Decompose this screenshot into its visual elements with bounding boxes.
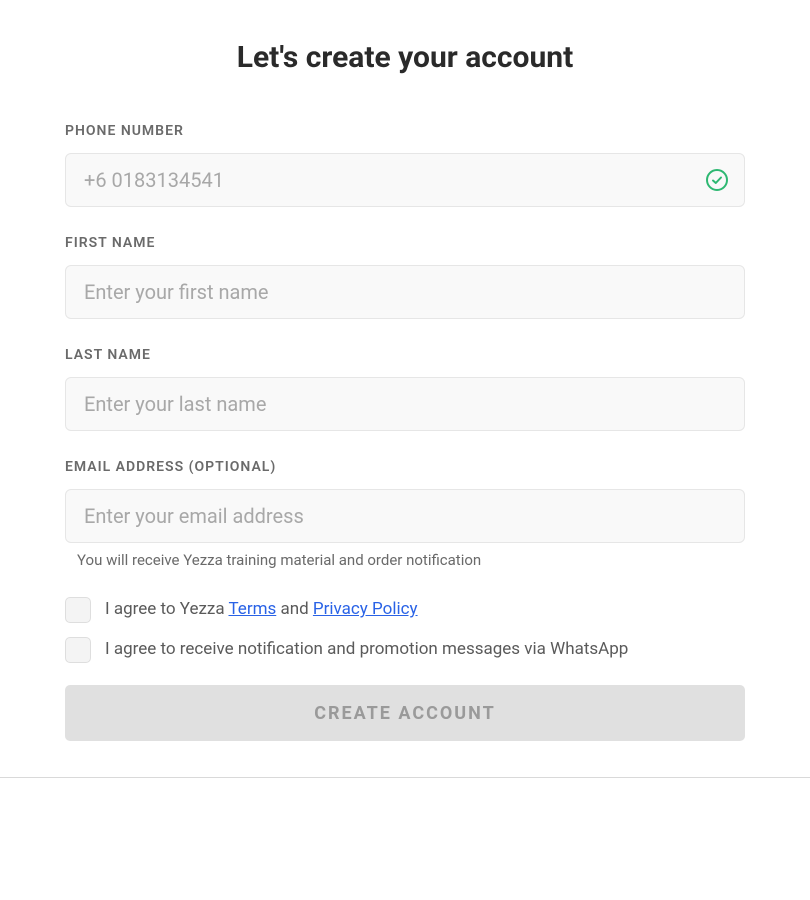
phone-number-group: PHONE NUMBER — [65, 123, 745, 207]
whatsapp-checkbox[interactable] — [65, 637, 91, 663]
page-divider — [0, 777, 810, 778]
consent-group: I agree to Yezza Terms and Privacy Polic… — [65, 597, 745, 663]
terms-checkbox[interactable] — [65, 597, 91, 623]
first-name-label: FIRST NAME — [65, 235, 745, 251]
last-name-group: LAST NAME — [65, 347, 745, 431]
terms-consent-row: I agree to Yezza Terms and Privacy Polic… — [65, 597, 745, 623]
email-group: EMAIL ADDRESS (OPTIONAL) You will receiv… — [65, 459, 745, 569]
email-label: EMAIL ADDRESS (OPTIONAL) — [65, 459, 745, 475]
email-input[interactable] — [65, 489, 745, 543]
page-title: Let's create your account — [65, 40, 745, 75]
last-name-input[interactable] — [65, 377, 745, 431]
email-help-text: You will receive Yezza training material… — [65, 551, 745, 569]
whatsapp-consent-label: I agree to receive notification and prom… — [105, 638, 628, 662]
check-circle-icon — [705, 168, 729, 192]
terms-link[interactable]: Terms — [228, 599, 276, 619]
terms-prefix-text: I agree to Yezza — [105, 599, 228, 619]
terms-consent-label: I agree to Yezza Terms and Privacy Polic… — [105, 598, 418, 622]
first-name-input[interactable] — [65, 265, 745, 319]
privacy-policy-link[interactable]: Privacy Policy — [313, 599, 418, 619]
phone-number-label: PHONE NUMBER — [65, 123, 745, 139]
last-name-label: LAST NAME — [65, 347, 745, 363]
create-account-button[interactable]: CREATE ACCOUNT — [65, 685, 745, 741]
terms-mid-text: and — [276, 599, 313, 619]
first-name-group: FIRST NAME — [65, 235, 745, 319]
phone-input-wrap — [65, 153, 745, 207]
whatsapp-consent-row: I agree to receive notification and prom… — [65, 637, 745, 663]
phone-number-input[interactable] — [65, 153, 745, 207]
